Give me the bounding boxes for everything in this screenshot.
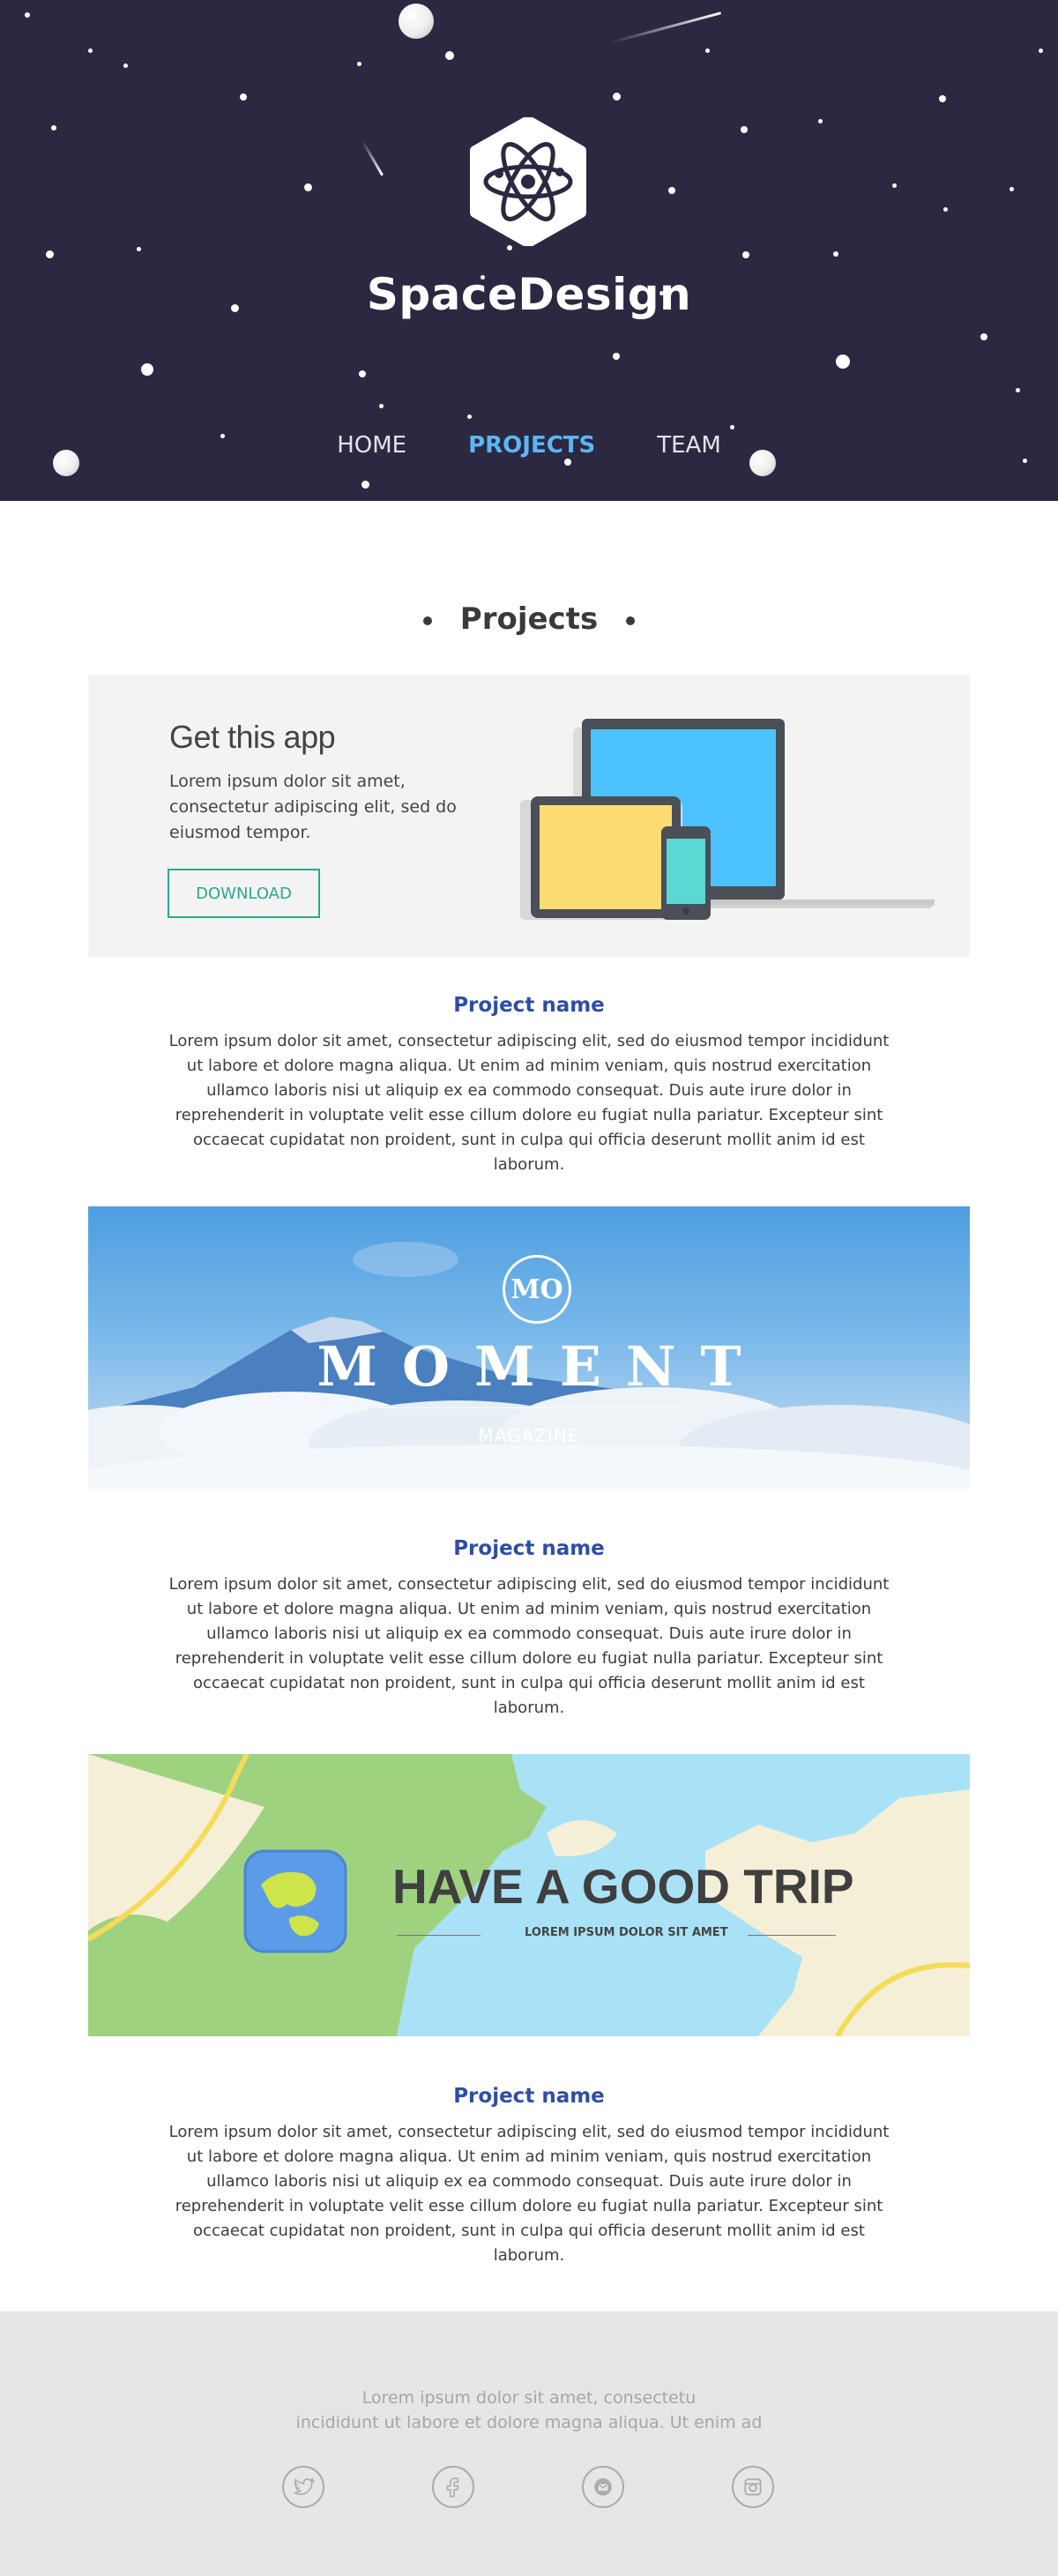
star: [361, 481, 369, 489]
divider: [397, 1935, 481, 1936]
main-nav: HOME PROJECTS TEAM: [0, 432, 1058, 467]
star: [445, 51, 454, 60]
star: [741, 126, 748, 133]
project-block: Project name Lorem ipsum dolor sit amet,…: [159, 2085, 899, 2268]
star: [1010, 187, 1014, 191]
section-title: Projects: [0, 601, 1058, 637]
star: [613, 93, 621, 101]
atom-logo-icon: [470, 117, 586, 246]
globe-app-icon: [243, 1849, 347, 1953]
facebook-icon[interactable]: [432, 2466, 474, 2508]
project-block: Project name Lorem ipsum dolor sit amet,…: [159, 1537, 899, 1721]
project-name[interactable]: Project name: [159, 2085, 899, 2108]
star: [742, 251, 749, 258]
star: [939, 95, 946, 102]
moment-subtitle: MAGAZINE: [478, 1425, 580, 1446]
brand-name: SpaceDesign: [366, 269, 692, 320]
star: [379, 404, 384, 408]
instagram-icon-glyph: [744, 2478, 762, 2496]
app-promo-card: Get this app Lorem ipsum dolor sit amet,…: [88, 675, 970, 957]
instagram-icon[interactable]: [732, 2466, 774, 2508]
star: [141, 363, 153, 376]
page: SpaceDesign HOME PROJECTS TEAM Projects …: [0, 0, 1058, 2576]
footer-line: incididunt ut labore et dolore magna ali…: [295, 2413, 763, 2432]
star: [46, 250, 54, 258]
section-title-text: Projects: [459, 601, 599, 637]
star: [123, 63, 128, 68]
star: [818, 119, 823, 123]
header-hero: SpaceDesign HOME PROJECTS TEAM: [0, 0, 1058, 501]
star: [613, 353, 620, 360]
star: [359, 370, 366, 377]
star: [980, 333, 987, 340]
star: [833, 251, 838, 257]
divider: [379, 1407, 679, 1408]
star: [836, 355, 850, 369]
star: [668, 187, 675, 194]
star: [943, 207, 948, 212]
footer: Lorem ipsum dolor sit amet, consectetu i…: [0, 2311, 1058, 2576]
footer-line: Lorem ipsum dolor sit amet, consectetu: [361, 2388, 697, 2408]
project-name[interactable]: Project name: [159, 1537, 899, 1560]
star: [730, 425, 734, 429]
bullet-dot: [626, 616, 636, 625]
twitter-icon[interactable]: [282, 2466, 324, 2508]
shooting-star: [609, 11, 722, 44]
mail-icon-glyph: [594, 2478, 612, 2496]
mail-icon[interactable]: [582, 2466, 624, 2508]
devices-illustration: [520, 719, 935, 920]
app-promo-description: Lorem ipsum dolor sit amet, consectetur …: [169, 772, 457, 842]
shooting-star: [361, 140, 384, 176]
project-name[interactable]: Project name: [159, 994, 899, 1017]
divider: [748, 1935, 836, 1936]
trip-app-banner[interactable]: HAVE A GOOD TRIP LOREM IPSUM DOLOR SIT A…: [88, 1754, 970, 2036]
star: [467, 414, 472, 419]
nav-team[interactable]: TEAM: [657, 432, 721, 467]
star: [892, 183, 897, 188]
star: [304, 183, 312, 191]
project-block: Project name Lorem ipsum dolor sit amet,…: [159, 994, 899, 1177]
planet: [399, 4, 434, 39]
moment-title: MOMENT: [317, 1334, 766, 1399]
nav-projects[interactable]: PROJECTS: [468, 432, 595, 467]
star: [240, 93, 247, 101]
twitter-icon-glyph: [294, 2477, 315, 2496]
star: [51, 125, 56, 131]
project-description: Lorem ipsum dolor sit amet, consectetur …: [168, 1575, 890, 1717]
nav-home[interactable]: HOME: [337, 432, 406, 467]
star: [357, 62, 361, 66]
star: [88, 49, 93, 53]
trip-subtitle: LOREM IPSUM DOLOR SIT AMET: [525, 1926, 728, 1939]
moment-magazine-banner[interactable]: MO MOMENT MAGAZINE: [88, 1206, 970, 1489]
app-promo-title: Get this app: [169, 719, 336, 755]
project-description: Lorem ipsum dolor sit amet, consectetur …: [168, 1032, 890, 1174]
bullet-dot: [422, 616, 432, 625]
star: [705, 49, 710, 53]
facebook-icon-glyph: [446, 2477, 459, 2498]
star: [137, 247, 141, 251]
moment-logo: MO: [503, 1255, 571, 1324]
star: [25, 12, 30, 18]
star: [1039, 49, 1043, 53]
star: [1016, 388, 1020, 392]
project-description: Lorem ipsum dolor sit amet, consectetur …: [168, 2123, 890, 2265]
footer-text: Lorem ipsum dolor sit amet, consectetu i…: [0, 2386, 1058, 2435]
trip-title: HAVE A GOOD TRIP: [392, 1859, 854, 1914]
download-button[interactable]: DOWNLOAD: [168, 869, 320, 918]
